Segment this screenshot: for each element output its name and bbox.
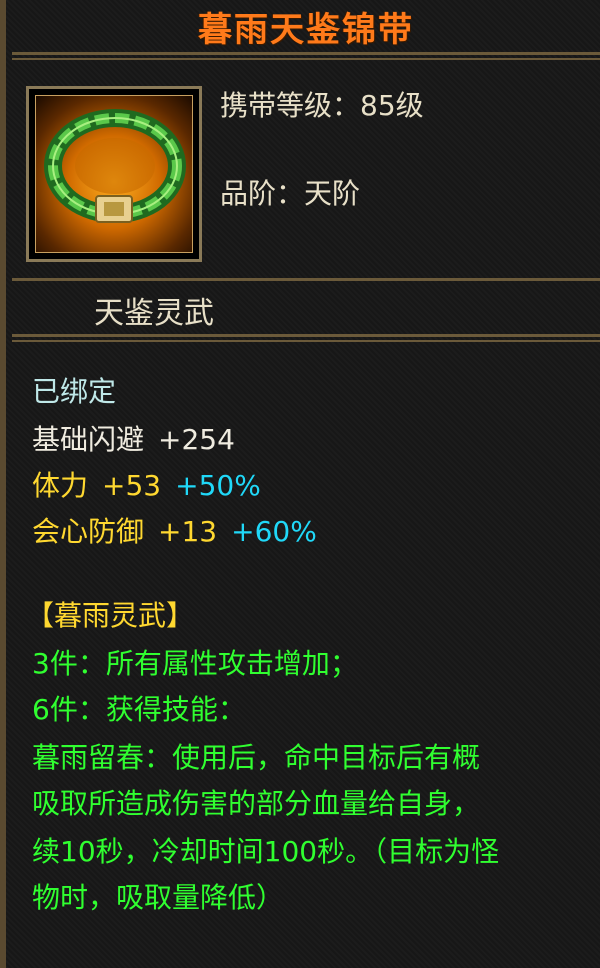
stat-value: +254 — [158, 423, 235, 456]
set-bonus-line: 吸取所造成伤害的部分血量给自身， — [32, 787, 481, 820]
stat-name: 会心防御 — [32, 515, 145, 548]
carry-level: 携带等级：85级 — [220, 89, 424, 122]
stat-name: 基础闪避 — [32, 423, 145, 456]
title-bar: 暮雨天鉴锦带 — [12, 0, 600, 55]
set-bonus-line: 物时，吸取量降低） — [32, 881, 285, 914]
stat-value: +13 — [158, 515, 218, 548]
stat-row-crit-defense: 会心防御 +13 +60% — [32, 510, 317, 550]
item-info-panel: 携带等级：85级 品阶：天阶 — [12, 58, 600, 281]
set-bar: 天鉴灵武 — [12, 280, 600, 337]
set-bonus-line: 3件：所有属性攻击增加； — [32, 647, 358, 680]
stat-value: +53 — [102, 469, 162, 502]
stat-row-dodge: 基础闪避 +254 — [32, 418, 235, 458]
set-name: 天鉴灵武 — [94, 296, 214, 331]
set-bonus-header: 【暮雨灵武】 — [26, 599, 195, 632]
set-bonus-line: 6件：获得技能： — [32, 693, 246, 726]
jade-belt-icon — [35, 95, 193, 253]
bound-status: 已绑定 — [32, 375, 117, 408]
item-grade: 品阶：天阶 — [220, 177, 361, 210]
item-icon-frame — [26, 86, 202, 262]
set-bonus-line: 续10秒，冷却时间100秒。（目标为怪 — [32, 835, 500, 868]
item-tooltip: 暮雨天鉴锦带 携带等级：85级 品阶：天阶 天鉴灵武 已绑定 基础闪避 +254 — [0, 0, 600, 968]
stat-bonus: +60% — [231, 515, 317, 548]
set-bonus-line: 暮雨留春：使用后，命中目标后有概 — [32, 741, 481, 774]
stat-name: 体力 — [32, 469, 89, 502]
item-detail-panel: 已绑定 基础闪避 +254 体力 +53 +50% 会心防御 +13 +60% 【暮雨灵武… — [12, 340, 600, 968]
stat-bonus: +50% — [175, 469, 261, 502]
item-title: 暮雨天鉴锦带 — [198, 9, 414, 50]
stat-row-stamina: 体力 +53 +50% — [32, 464, 261, 504]
